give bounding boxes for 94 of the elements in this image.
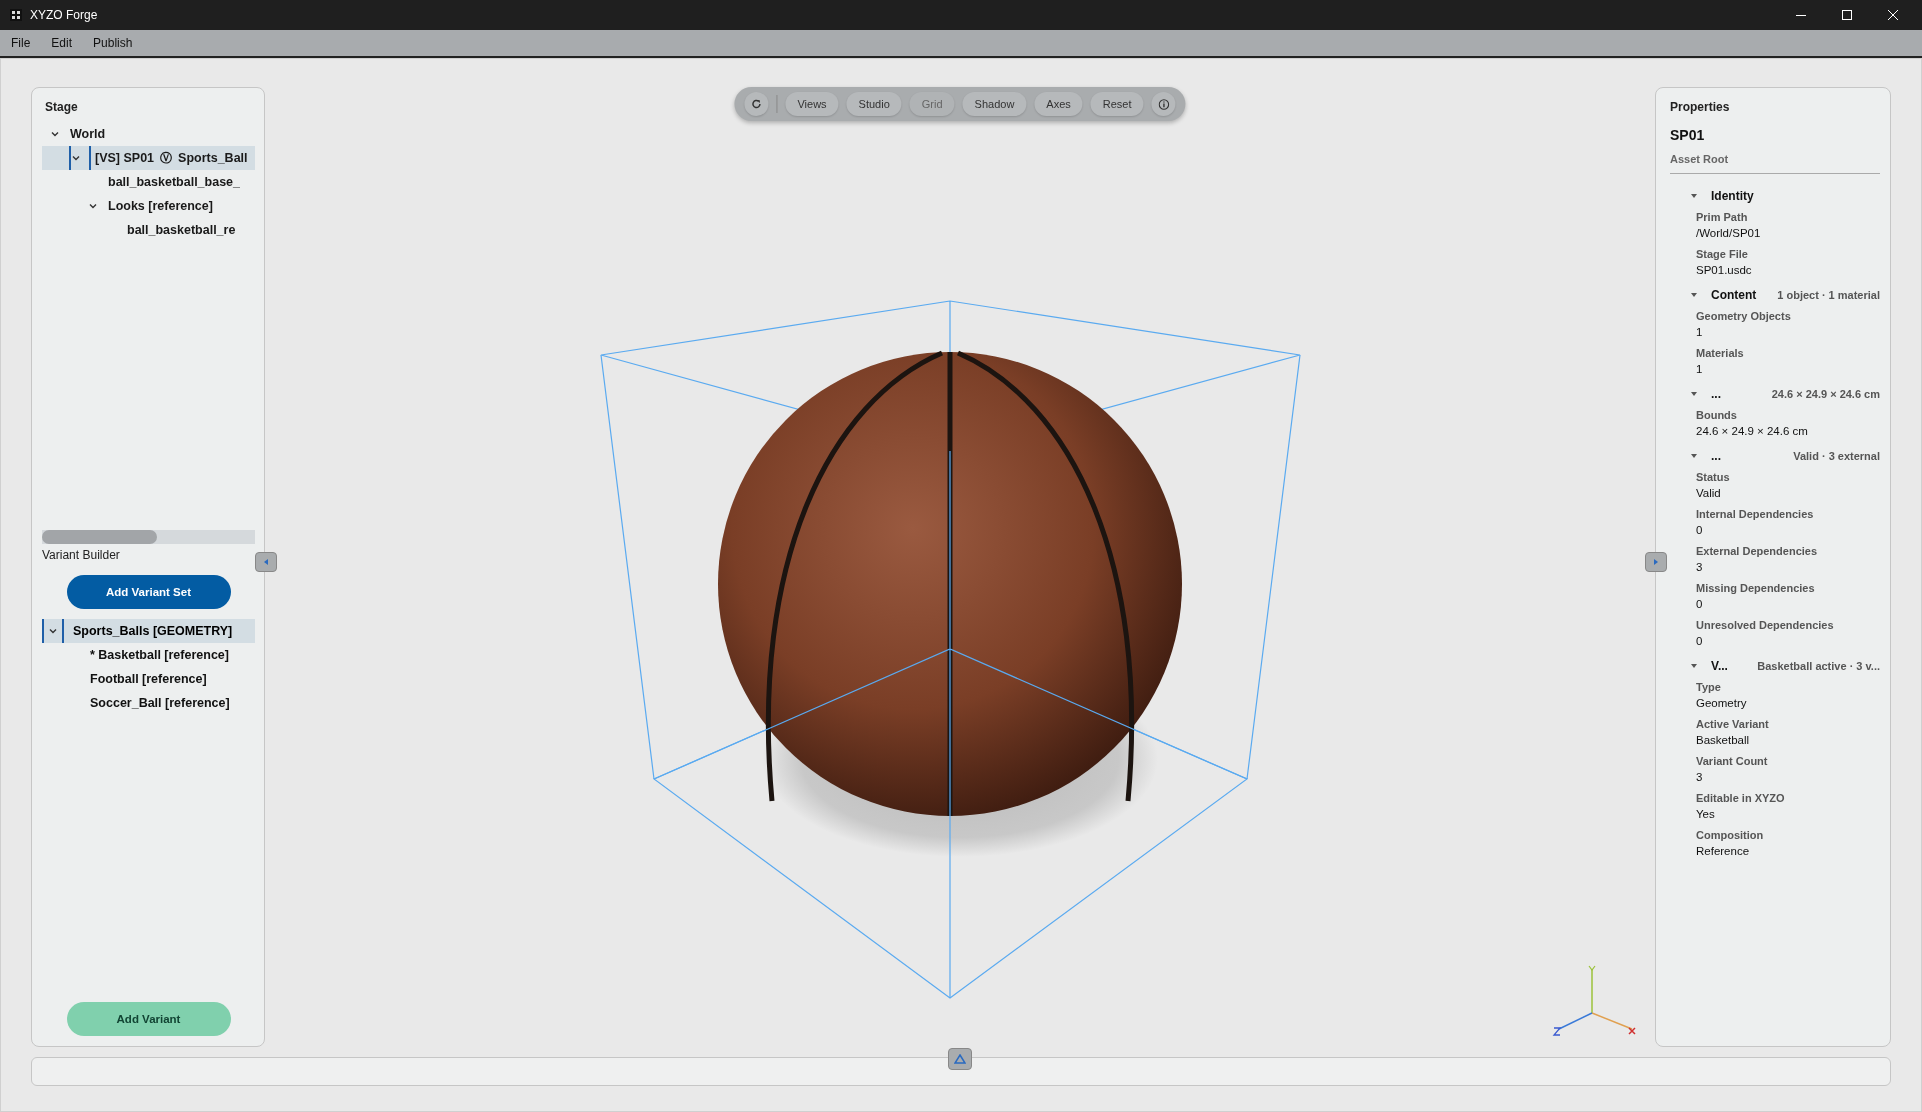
toolbar-button[interactable]: Studio: [846, 92, 902, 116]
chevron-down-icon[interactable]: [50, 129, 60, 139]
field-value: SP01.usdc: [1696, 263, 1753, 278]
section-header[interactable]: V... Basketball active · 3 v...: [1667, 655, 1880, 677]
window-title: XYZO Forge: [30, 8, 98, 22]
refresh-icon: [751, 99, 762, 109]
variant-set-label: Sports_Balls [GEOMETRY]: [73, 623, 233, 638]
variant-item[interactable]: Football [reference]: [90, 666, 207, 691]
section-header[interactable]: ... Valid · 3 external: [1667, 445, 1880, 467]
panel-title: Stage: [45, 100, 78, 114]
triangle-left-icon: [262, 558, 270, 566]
field-label: Active Variant: [1696, 717, 1770, 732]
section-header[interactable]: Identity: [1667, 185, 1880, 207]
info-button[interactable]: [1151, 92, 1176, 116]
app-logo-icon: [10, 9, 22, 21]
tree-item[interactable]: ball_basketball_base_: [42, 170, 255, 194]
field-value: 0: [1696, 597, 1704, 612]
field-label: Missing Dependencies: [1696, 581, 1816, 596]
section-header[interactable]: Content 1 object · 1 material: [1667, 284, 1880, 306]
field-value: Reference: [1696, 844, 1751, 859]
tree-item[interactable]: World: [42, 122, 255, 146]
variant-set-item[interactable]: Sports_Balls [GEOMETRY]: [42, 618, 255, 643]
toolbar-button[interactable]: Views: [785, 92, 839, 116]
section-title: V...: [1711, 659, 1728, 673]
tree-item-label: ball_basketball_base_: [108, 175, 241, 189]
field-label: Bounds: [1696, 408, 1738, 423]
field-label: Status: [1696, 470, 1731, 485]
chevron-down-icon[interactable]: [88, 201, 98, 211]
field-value: 0: [1696, 634, 1704, 649]
section-summary: Basketball active · 3 v...: [1757, 660, 1880, 672]
section-title: ...: [1711, 387, 1721, 401]
triangle-right-icon: [1652, 558, 1660, 566]
field-label: Prim Path: [1696, 210, 1749, 225]
info-icon: [1158, 98, 1170, 110]
menu-item[interactable]: Publish: [88, 36, 141, 50]
collapse-left-panel-button[interactable]: [255, 552, 277, 572]
section-title: ...: [1711, 449, 1721, 463]
menu-item[interactable]: Edit: [46, 36, 81, 50]
panel-title: Properties: [1670, 100, 1730, 114]
horizontal-scrollbar[interactable]: [42, 529, 255, 544]
variant-item[interactable]: * Basketball [reference]: [90, 642, 229, 667]
chevron-down-icon[interactable]: [71, 153, 81, 163]
menu-item[interactable]: File: [6, 36, 39, 50]
field-label: Geometry Objects: [1696, 309, 1792, 324]
tree-item-label: World: [70, 127, 106, 141]
variant-item[interactable]: Soccer_Ball [reference]: [90, 690, 230, 715]
field-label: Unresolved Dependencies: [1696, 618, 1835, 633]
field-value: 3: [1696, 560, 1704, 575]
asset-name: SP01: [1670, 127, 1705, 143]
field-value: 0: [1696, 523, 1704, 538]
section-title: Identity: [1711, 189, 1754, 203]
field-value: 1: [1696, 325, 1704, 340]
toolbar-button[interactable]: Axes: [1034, 92, 1083, 116]
section-title: Variant Builder: [42, 547, 120, 562]
field-label: Type: [1696, 680, 1722, 695]
tree-item-label: ball_basketball_re: [127, 223, 236, 237]
tree-item[interactable]: ball_basketball_re: [42, 218, 255, 242]
tree-item-label: Looks [reference]: [108, 199, 213, 213]
toolbar-button[interactable]: Shadow: [962, 92, 1027, 116]
refresh-button[interactable]: [744, 92, 769, 116]
field-value: /World/SP01: [1696, 226, 1762, 241]
field-value: 3: [1696, 770, 1704, 785]
field-label: Editable in XYZO: [1696, 791, 1786, 806]
field-value: Yes: [1696, 807, 1716, 822]
field-label: External Dependencies: [1696, 544, 1819, 559]
asset-type: Asset Root: [1670, 153, 1729, 165]
field-label: Internal Dependencies: [1696, 507, 1815, 522]
field-value: Valid: [1696, 486, 1722, 501]
toolbar-button[interactable]: Reset: [1090, 92, 1144, 116]
add-variant-set-button[interactable]: Add Variant Set: [66, 574, 231, 609]
field-label: Materials: [1696, 346, 1745, 361]
section-summary: Valid · 3 external: [1793, 450, 1880, 462]
field-label: Variant Count: [1696, 754, 1769, 769]
section-summary: 1 object · 1 material: [1777, 289, 1880, 301]
field-value: Geometry: [1696, 696, 1748, 711]
field-value: Basketball: [1696, 733, 1751, 748]
section-title: Content: [1711, 288, 1757, 302]
tree-item[interactable]: Looks [reference]: [42, 194, 255, 218]
tree-item-name: Sports_Ball: [178, 151, 248, 165]
field-label: Composition: [1696, 828, 1765, 843]
expand-bottom-panel-button[interactable]: [948, 1048, 972, 1070]
close-icon[interactable]: [1888, 10, 1898, 20]
add-variant-button[interactable]: Add Variant: [66, 1002, 231, 1036]
variant-marker-label: Ⓥ: [160, 149, 173, 167]
triangle-up-icon: [954, 1054, 966, 1064]
collapse-right-panel-button[interactable]: [1645, 552, 1667, 572]
section-summary: 24.6 × 24.9 × 24.6 cm: [1771, 388, 1880, 400]
field-value: 24.6 × 24.9 × 24.6 cm: [1696, 424, 1809, 439]
tree-item[interactable]: [VS] SP01 Ⓥ Sports_Ball: [42, 146, 255, 170]
section-header[interactable]: ... 24.6 × 24.9 × 24.6 cm: [1667, 383, 1880, 405]
maximize-icon[interactable]: [1842, 10, 1852, 20]
tree-item-label: [VS] SP01: [95, 151, 155, 165]
field-value: 1: [1696, 362, 1704, 377]
field-label: Stage File: [1696, 247, 1749, 262]
